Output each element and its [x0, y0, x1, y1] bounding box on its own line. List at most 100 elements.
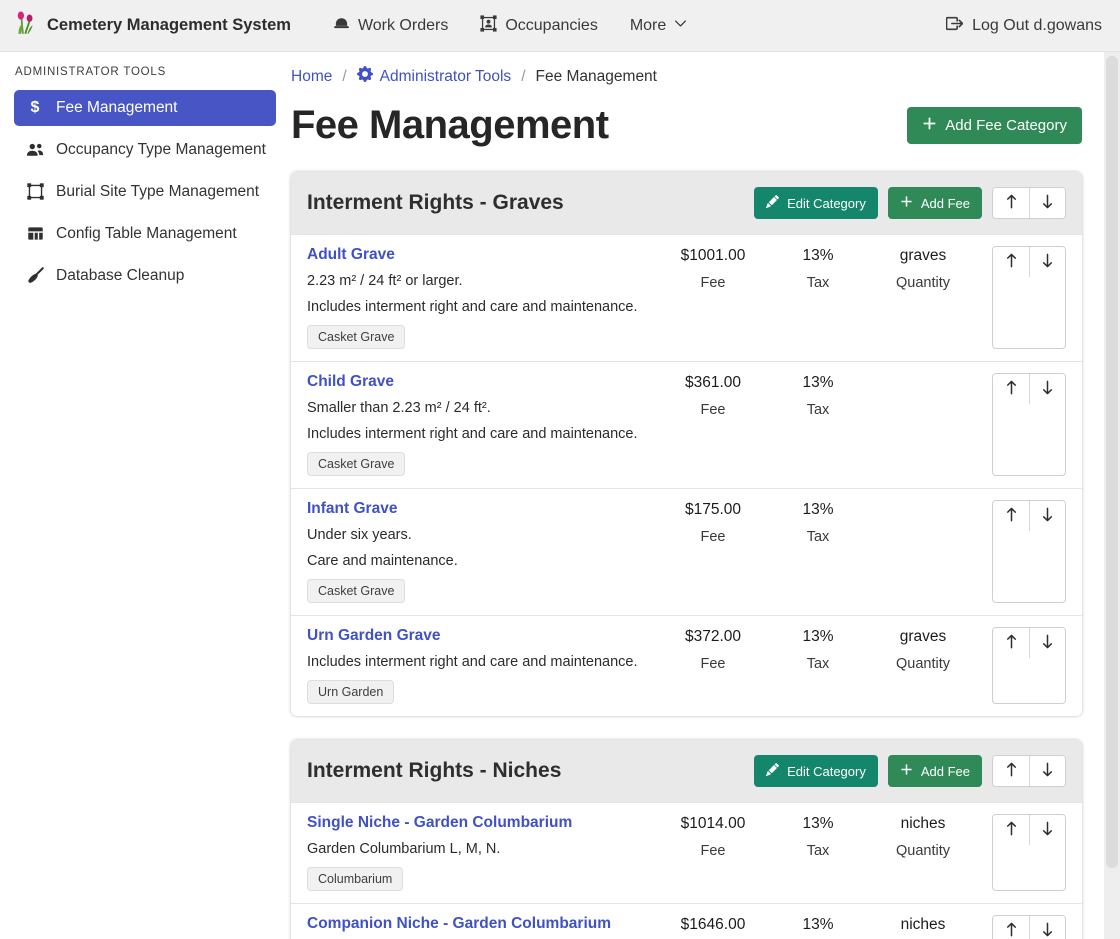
top-navbar: Cemetery Management System Work Orders — [0, 0, 1120, 52]
fee-row: Infant Grave Under six years. Care and m… — [291, 488, 1082, 615]
app-title: Cemetery Management System — [47, 16, 291, 35]
fee-amount-cell: $372.00 Fee — [658, 627, 768, 704]
fee-row: Companion Niche - Garden Columbarium Gar… — [291, 903, 1082, 939]
fee-quantity-cell: niches Quantity — [868, 814, 978, 891]
fee-row: Child Grave Smaller than 2.23 m² / 24 ft… — [291, 361, 1082, 488]
page-title: Fee Management — [291, 103, 609, 148]
move-up-button[interactable] — [993, 628, 1029, 658]
tulips-logo-icon — [12, 10, 38, 41]
fee-name-link[interactable]: Single Niche - Garden Columbarium — [307, 814, 572, 832]
category-header: Interment Rights - Niches Edit Category … — [291, 740, 1082, 802]
fee-category-card-niches: Interment Rights - Niches Edit Category … — [291, 740, 1082, 939]
category-reorder-group — [992, 755, 1066, 787]
scrollbar-thumb[interactable] — [1106, 56, 1118, 868]
fee-quantity-cell — [868, 500, 978, 603]
logout-button[interactable]: Log Out d.gowans — [946, 15, 1102, 37]
arrow-down-icon — [1040, 253, 1055, 271]
fee-reorder-group — [992, 500, 1066, 603]
move-down-button[interactable] — [1029, 756, 1065, 786]
fee-info: Child Grave Smaller than 2.23 m² / 24 ft… — [307, 373, 658, 476]
fee-name-link[interactable]: Child Grave — [307, 373, 394, 391]
dollar-icon: $ — [24, 99, 46, 117]
category-title: Interment Rights - Graves — [307, 191, 744, 215]
move-down-button[interactable] — [1029, 628, 1065, 658]
fee-description: 2.23 m² / 24 ft² or larger. — [307, 272, 658, 290]
arrow-up-icon — [1004, 507, 1019, 525]
breadcrumb-separator: / — [521, 68, 525, 86]
fee-amount-cell: $361.00 Fee — [658, 373, 768, 476]
fee-tag-badge: Casket Grave — [307, 325, 405, 349]
arrow-up-icon — [1004, 634, 1019, 652]
vertical-scrollbar[interactable] — [1104, 52, 1120, 939]
fee-row: Single Niche - Garden Columbarium Garden… — [291, 802, 1082, 903]
fee-quantity-cell: graves Quantity — [868, 627, 978, 704]
move-up-button[interactable] — [993, 815, 1029, 845]
move-down-button[interactable] — [1029, 501, 1065, 531]
add-fee-category-button[interactable]: Add Fee Category — [907, 107, 1082, 144]
sidebar-item-burial-site-type-management[interactable]: Burial Site Type Management — [14, 174, 276, 210]
fee-row: Urn Garden Grave Includes interment righ… — [291, 615, 1082, 716]
sidebar-item-database-cleanup[interactable]: Database Cleanup — [14, 258, 276, 294]
broom-icon — [24, 267, 46, 285]
move-down-button[interactable] — [1029, 916, 1065, 939]
fee-name-link[interactable]: Adult Grave — [307, 246, 395, 264]
plus-icon — [900, 195, 913, 211]
breadcrumb-admin-tools-link[interactable]: Administrator Tools — [357, 66, 512, 87]
move-down-button[interactable] — [1029, 188, 1065, 218]
pencil-icon — [766, 195, 779, 211]
move-down-button[interactable] — [1029, 247, 1065, 277]
sidebar-item-config-table-management[interactable]: Config Table Management — [14, 216, 276, 252]
pencil-icon — [766, 763, 779, 779]
move-down-button[interactable] — [1029, 815, 1065, 845]
move-up-button[interactable] — [993, 501, 1029, 531]
fee-name-link[interactable]: Companion Niche - Garden Columbarium — [307, 915, 611, 933]
arrow-up-icon — [1004, 821, 1019, 839]
add-fee-button[interactable]: Add Fee — [888, 187, 982, 219]
category-reorder-group — [992, 187, 1066, 219]
arrow-down-icon — [1040, 194, 1055, 212]
move-down-button[interactable] — [1029, 374, 1065, 404]
edit-category-button[interactable]: Edit Category — [754, 187, 878, 219]
fee-info: Urn Garden Grave Includes interment righ… — [307, 627, 658, 704]
arrow-up-icon — [1004, 253, 1019, 271]
arrow-down-icon — [1040, 634, 1055, 652]
fee-tag-badge: Casket Grave — [307, 452, 405, 476]
move-up-button[interactable] — [993, 374, 1029, 404]
breadcrumb-home-link[interactable]: Home — [291, 68, 332, 86]
move-up-button[interactable] — [993, 247, 1029, 277]
fee-tag-badge: Columbarium — [307, 867, 403, 891]
nav-more[interactable]: More — [618, 9, 699, 43]
fee-info: Companion Niche - Garden Columbarium Gar… — [307, 915, 658, 939]
edit-category-button[interactable]: Edit Category — [754, 755, 878, 787]
move-up-button[interactable] — [993, 188, 1029, 218]
fee-tax-cell: 13% Tax — [768, 500, 868, 603]
arrow-up-icon — [1004, 762, 1019, 780]
fee-reorder-group — [992, 627, 1066, 704]
fee-tax-cell: 13% Tax — [768, 246, 868, 349]
gear-icon — [357, 66, 373, 87]
app-brand[interactable]: Cemetery Management System — [12, 10, 291, 41]
primary-nav: Work Orders Occupancies More — [321, 7, 699, 45]
fee-amount-cell: $175.00 Fee — [658, 500, 768, 603]
nav-work-orders[interactable]: Work Orders — [321, 7, 460, 45]
fee-name-link[interactable]: Urn Garden Grave — [307, 627, 441, 645]
fee-name-link[interactable]: Infant Grave — [307, 500, 397, 518]
sidebar-item-occupancy-type-management[interactable]: Occupancy Type Management — [14, 132, 276, 168]
sidebar-item-fee-management[interactable]: $ Fee Management — [14, 90, 276, 126]
fee-tax-cell: 13% Tax — [768, 814, 868, 891]
category-title: Interment Rights - Niches — [307, 759, 744, 783]
move-up-button[interactable] — [993, 756, 1029, 786]
fee-category-card-graves: Interment Rights - Graves Edit Category … — [291, 172, 1082, 716]
hard-hat-icon — [333, 15, 350, 37]
main-content: Home / Administrator Tools / Fee Managem… — [290, 52, 1102, 939]
move-up-button[interactable] — [993, 916, 1029, 939]
add-fee-button[interactable]: Add Fee — [888, 755, 982, 787]
fee-reorder-group — [992, 373, 1066, 476]
arrow-down-icon — [1040, 507, 1055, 525]
fee-tax-cell: 13% Tax — [768, 373, 868, 476]
nav-occupancies[interactable]: Occupancies — [468, 7, 610, 45]
fee-info: Single Niche - Garden Columbarium Garden… — [307, 814, 658, 891]
fee-quantity-cell — [868, 373, 978, 476]
plus-icon — [900, 763, 913, 779]
fee-tax-cell: 13% Tax — [768, 915, 868, 939]
